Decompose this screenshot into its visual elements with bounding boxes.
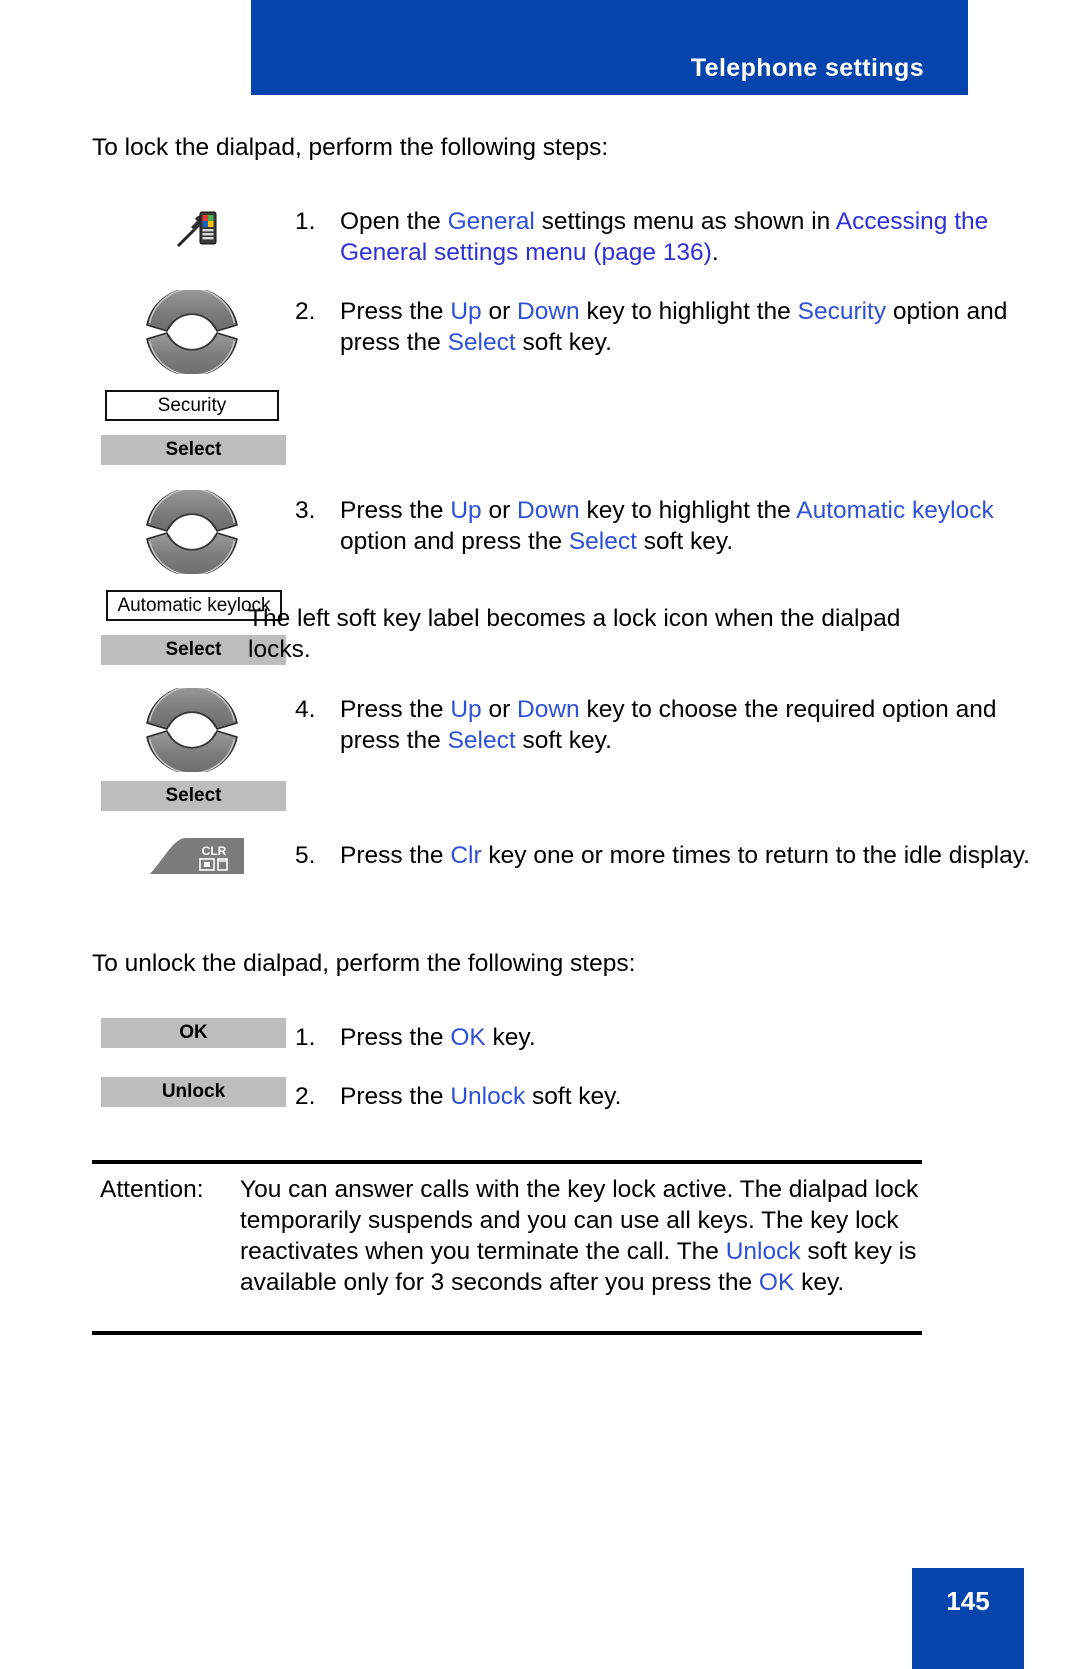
- document-page: Telephone settings To lock the dialpad, …: [0, 0, 1080, 1669]
- key-down: Down: [517, 696, 580, 723]
- step-text-part: Press the: [340, 1083, 451, 1110]
- phone-settings-icon: [174, 204, 220, 250]
- attention-rule-bottom: [92, 1331, 922, 1335]
- step-text-part: settings menu as shown in: [534, 208, 836, 235]
- step-text-part: or: [481, 298, 518, 325]
- menu-item-security-box[interactable]: Security: [105, 390, 279, 421]
- soft-key-unlock-label: Unlock: [450, 1083, 526, 1110]
- step-text-part: Press the: [340, 298, 451, 325]
- step-number: 2.: [295, 298, 316, 325]
- step-text-part: soft key.: [636, 528, 734, 555]
- key-down: Down: [517, 497, 580, 524]
- intro-lock-text: To lock the dialpad, perform the followi…: [92, 134, 609, 161]
- page-number: 145: [946, 1586, 990, 1616]
- soft-key-unlock[interactable]: Unlock: [101, 1077, 286, 1107]
- key-clr: Clr: [450, 842, 482, 869]
- nav-updown-key-icon: [144, 287, 240, 377]
- nav-updown-key-icon: [144, 685, 240, 775]
- step-text-part: Press the: [340, 1024, 451, 1051]
- step-text: Press the Up or Down key to highlight th…: [340, 296, 1030, 358]
- step-text: Press the Unlock soft key.: [340, 1081, 1030, 1112]
- step-text: Open the General settings menu as shown …: [340, 206, 1030, 268]
- key-up: Up: [450, 298, 482, 325]
- step-text-part: or: [481, 696, 518, 723]
- step-text-part: soft key.: [515, 727, 612, 754]
- soft-key-select-label: Select: [447, 329, 516, 356]
- soft-key-select-4[interactable]: Select: [101, 781, 286, 811]
- soft-key-select-label: Select: [568, 528, 637, 555]
- attention-rule-top: [92, 1160, 922, 1164]
- step-text-part: key one or more times to return to the i…: [481, 842, 1030, 869]
- step-text-part: soft key.: [525, 1083, 622, 1110]
- step-text-part: option and press the: [340, 528, 569, 555]
- step-text: Press the Up or Down key to choose the r…: [340, 694, 1030, 756]
- step-text-part: Open the: [340, 208, 448, 235]
- step-text-part: Press the: [340, 497, 451, 524]
- cross-reference-page[interactable]: (page 136): [587, 239, 712, 266]
- soft-key-ok[interactable]: OK: [101, 1018, 286, 1048]
- attention-label: Attention:: [100, 1176, 204, 1203]
- key-ok: OK: [450, 1024, 486, 1051]
- step-text: Press the Up or Down key to highlight th…: [340, 495, 1030, 557]
- step-number: 5.: [295, 842, 316, 869]
- step-text-part-general: General: [447, 208, 535, 235]
- nav-updown-key-icon: [144, 487, 240, 577]
- step-text-part: .: [711, 239, 719, 266]
- step-text-part: Press the: [340, 696, 451, 723]
- key-ok: OK: [758, 1269, 795, 1296]
- step-text: Press the OK key.: [340, 1022, 1030, 1053]
- step-text: Press the Clr key one or more times to r…: [340, 840, 1030, 871]
- step-number: 1.: [295, 208, 316, 235]
- clr-key-icon: CLR: [148, 836, 248, 878]
- footer-page-badge: 145: [912, 1568, 1024, 1669]
- header-banner: Telephone settings: [251, 0, 968, 95]
- key-down: Down: [517, 298, 580, 325]
- key-up: Up: [450, 696, 482, 723]
- svg-text:CLR: CLR: [202, 844, 227, 858]
- step-text-part: key.: [485, 1024, 536, 1051]
- soft-key-select-label: Select: [447, 727, 516, 754]
- step-text-part: Press the: [340, 842, 451, 869]
- soft-key-select-2[interactable]: Select: [101, 435, 286, 465]
- soft-key-unlock-label: Unlock: [725, 1238, 801, 1265]
- step-text-part: or: [481, 497, 518, 524]
- page-title: Telephone settings: [690, 54, 924, 82]
- menu-automatic-keylock: Automatic keylock: [796, 497, 994, 524]
- step-text-part: key to highlight the: [579, 298, 798, 325]
- step-text-part: soft key.: [515, 329, 612, 356]
- step-number: 4.: [295, 696, 316, 723]
- attention-text-part: key.: [794, 1269, 845, 1296]
- step-number: 2.: [295, 1083, 316, 1110]
- menu-security: Security: [797, 298, 887, 325]
- attention-body: You can answer calls with the key lock a…: [240, 1174, 920, 1298]
- intro-unlock-text: To unlock the dialpad, perform the follo…: [92, 950, 636, 977]
- step-number: 3.: [295, 497, 316, 524]
- lock-step-3-note: The left soft key label becomes a lock i…: [248, 605, 901, 663]
- step-text-part: key to highlight the: [579, 497, 797, 524]
- step-number: 1.: [295, 1024, 316, 1051]
- key-up: Up: [450, 497, 482, 524]
